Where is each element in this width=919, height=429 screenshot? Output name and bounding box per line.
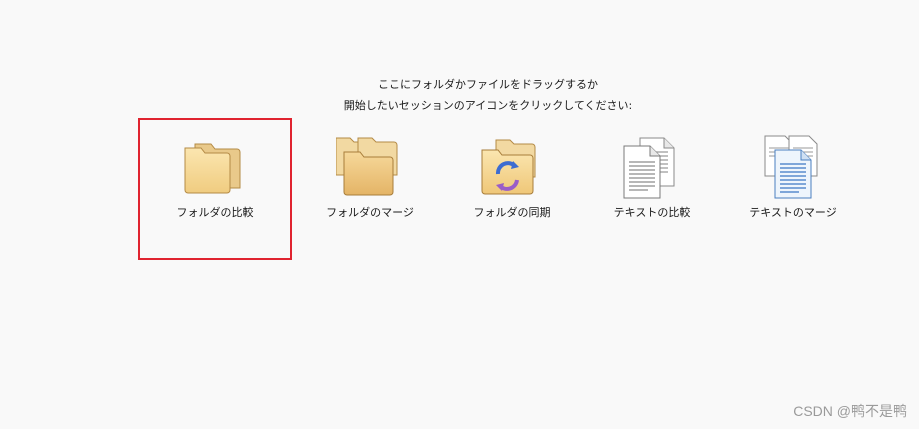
session-label: フォルダの比較 — [176, 206, 254, 219]
text-compare-icon — [623, 137, 675, 199]
session-text-compare[interactable]: テキストの比較 — [577, 120, 727, 258]
folder-icon — [184, 143, 241, 194]
session-label: テキストのマージ — [749, 206, 837, 219]
start-page: ここにフォルダかファイルをドラッグするか 開始したいセッションのアイコンをクリッ… — [0, 0, 919, 429]
session-folder-merge[interactable]: フォルダのマージ — [295, 120, 445, 258]
session-folder-sync[interactable]: フォルダの同期 — [437, 120, 587, 258]
session-list: フォルダの比較 フォルダのマージ フォルダの同期 テキストの比較 テキストのマー… — [138, 118, 840, 260]
text-merge-icon — [764, 135, 818, 199]
instruction-line-2: 開始したいセッションのアイコンをクリックしてください: — [343, 99, 633, 112]
session-label: フォルダの同期 — [473, 206, 551, 219]
instruction-line-1: ここにフォルダかファイルをドラッグするか — [378, 78, 598, 91]
folder-sync-icon — [481, 139, 536, 195]
instructions: ここにフォルダかファイルをドラッグするか 開始したいセッションのアイコンをクリッ… — [0, 74, 919, 116]
watermark: CSDN @鸭不是鸭 — [793, 403, 907, 419]
folders-merge-icon — [336, 137, 398, 196]
session-text-merge[interactable]: テキストのマージ — [718, 120, 868, 258]
session-label: フォルダのマージ — [326, 206, 414, 219]
session-folder-compare[interactable]: フォルダの比較 — [138, 118, 292, 260]
session-label: テキストの比較 — [613, 206, 691, 219]
